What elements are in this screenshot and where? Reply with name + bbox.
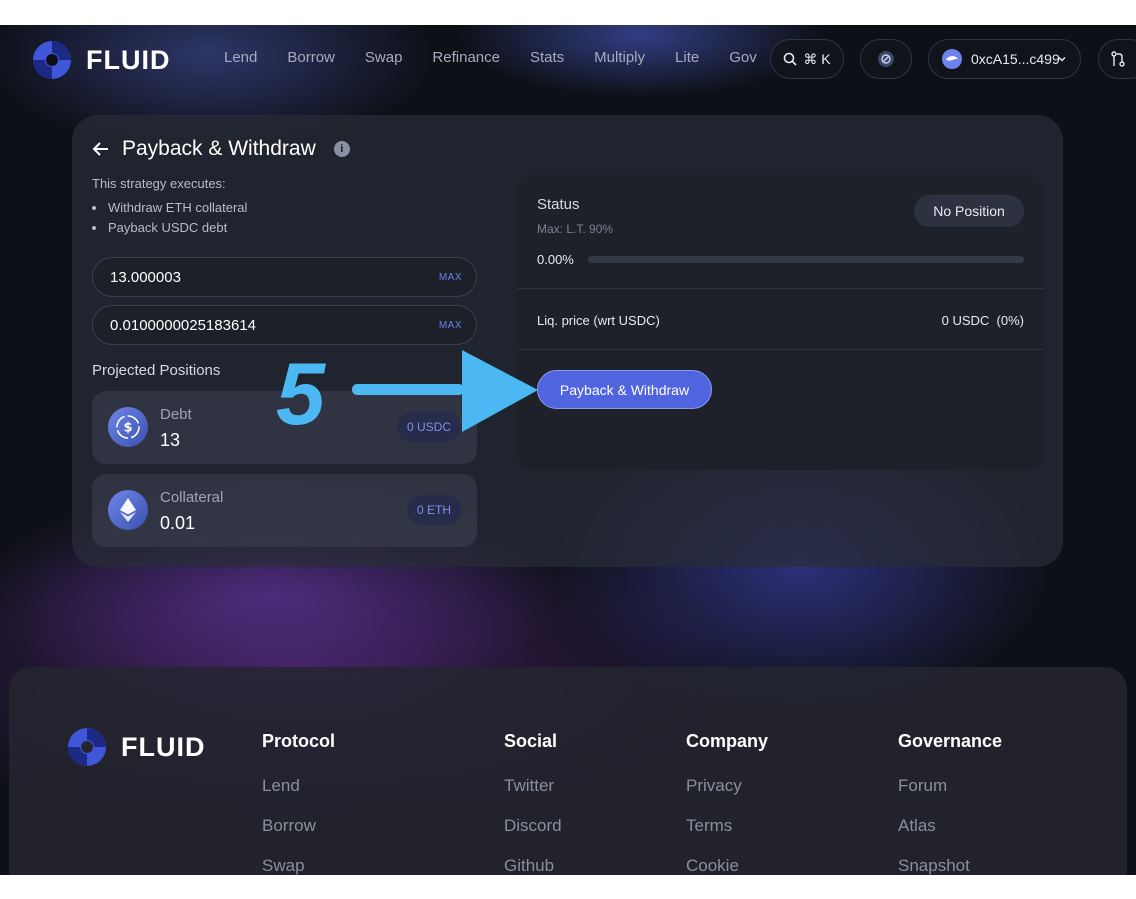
step-arrow-icon xyxy=(352,350,538,432)
payback-withdraw-button[interactable]: Payback & Withdraw xyxy=(537,370,712,409)
nav-multiply[interactable]: Multiply xyxy=(594,49,645,66)
nav-lite[interactable]: Lite xyxy=(675,49,699,66)
bullet-icon xyxy=(92,225,96,230)
wallet-button[interactable]: 0xcA15...c499 xyxy=(928,39,1081,79)
withdraw-amount-input[interactable]: 0.0100000025183614 MAX xyxy=(92,305,477,345)
transactions-button[interactable] xyxy=(1098,39,1136,79)
footer-logo-text: FLUID xyxy=(121,731,206,762)
header-logo[interactable]: FLUID xyxy=(32,40,170,80)
footer-col-company: Company xyxy=(686,731,769,751)
status-max-note: Max: L.T. 90% xyxy=(537,222,614,236)
panel-header: Payback & Withdraw i xyxy=(92,137,350,161)
footer-link-github[interactable]: Github xyxy=(504,856,554,875)
collateral-value: 0.01 xyxy=(160,513,196,533)
logo-text: FLUID xyxy=(86,44,171,75)
debt-value: 13 xyxy=(160,430,181,450)
max-button[interactable]: MAX xyxy=(439,272,462,283)
debt-label: Debt xyxy=(160,406,192,423)
usdc-icon: $ xyxy=(108,407,148,447)
strategy-step: Withdraw ETH collateral xyxy=(92,200,247,215)
status-panel: Status Max: L.T. 90% No Position 0.00% L… xyxy=(517,175,1044,470)
max-button[interactable]: MAX xyxy=(439,320,462,331)
search-icon xyxy=(784,52,797,66)
chevron-down-icon xyxy=(1058,56,1066,62)
status-title: Status xyxy=(537,196,580,213)
fluid-logo-icon xyxy=(33,41,71,79)
footer-col-protocol: Protocol xyxy=(262,731,336,751)
nav-lend[interactable]: Lend xyxy=(224,49,257,66)
bullet-icon xyxy=(92,205,96,210)
footer-link-snapshot[interactable]: Snapshot xyxy=(898,856,970,875)
search-shortcut: ⌘ K xyxy=(803,50,831,67)
divider xyxy=(517,349,1044,350)
footer-link-swap[interactable]: Swap xyxy=(262,856,305,875)
strategy-description: This strategy executes: xyxy=(92,176,226,191)
footer-logo[interactable]: FLUID xyxy=(67,727,205,767)
svg-text:$: $ xyxy=(123,421,132,436)
fluid-logo-icon xyxy=(68,728,106,766)
collateral-label: Collateral xyxy=(160,489,224,506)
back-arrow-icon[interactable] xyxy=(92,140,110,158)
nav-borrow[interactable]: Borrow xyxy=(287,49,335,66)
nav-gov[interactable]: Gov xyxy=(729,49,757,66)
strategy-step-label: Payback USDC debt xyxy=(108,220,228,235)
footer-link-atlas[interactable]: Atlas xyxy=(898,816,936,836)
footer-link-cookie[interactable]: Cookie xyxy=(686,856,739,875)
footer: FLUID Protocol Lend Borrow Swap Social T… xyxy=(9,667,1127,875)
git-compare-icon xyxy=(1111,51,1125,67)
search-button[interactable]: ⌘ K xyxy=(770,39,844,79)
divider xyxy=(517,288,1044,289)
page-title: Payback & Withdraw xyxy=(122,137,316,160)
app-frame: FLUID Lend Borrow Swap Refinance Stats M… xyxy=(0,25,1136,875)
network-icon xyxy=(878,51,894,67)
payback-amount-input[interactable]: 13.000003 MAX xyxy=(92,257,477,297)
step-number-annotation: 5 xyxy=(276,344,325,443)
liq-price-value: 0 USDC (0%) xyxy=(941,313,1024,328)
footer-link-privacy[interactable]: Privacy xyxy=(686,776,742,796)
footer-col-social: Social xyxy=(504,731,558,751)
ltv-percent: 0.00% xyxy=(537,252,574,267)
eth-icon xyxy=(108,490,148,530)
nav-refinance[interactable]: Refinance xyxy=(432,49,500,66)
collateral-badge: 0 ETH xyxy=(406,495,461,525)
info-icon[interactable]: i xyxy=(333,141,350,157)
main-nav: Lend Borrow Swap Refinance Stats Multipl… xyxy=(210,43,770,73)
network-selector[interactable] xyxy=(860,39,912,79)
wallet-address: 0xcA15...c499 xyxy=(971,51,1060,67)
footer-col-governance: Governance xyxy=(898,731,1003,751)
footer-link-lend[interactable]: Lend xyxy=(262,776,300,796)
ltv-progress-bar xyxy=(588,256,1024,263)
nav-swap[interactable]: Swap xyxy=(365,49,403,66)
position-status-badge: No Position xyxy=(914,195,1024,227)
footer-link-forum[interactable]: Forum xyxy=(898,776,947,796)
footer-link-terms[interactable]: Terms xyxy=(686,816,732,836)
withdraw-amount-value: 0.0100000025183614 xyxy=(110,316,256,334)
footer-link-borrow[interactable]: Borrow xyxy=(262,816,316,836)
payback-amount-value: 13.000003 xyxy=(110,268,181,286)
collateral-position-card: Collateral 0.01 0 ETH xyxy=(92,474,477,547)
footer-link-discord[interactable]: Discord xyxy=(504,816,562,836)
strategy-step-label: Withdraw ETH collateral xyxy=(108,200,248,215)
wallet-avatar-icon xyxy=(942,49,962,69)
strategy-step: Payback USDC debt xyxy=(92,220,227,235)
footer-link-twitter[interactable]: Twitter xyxy=(504,776,554,796)
liq-price-label: Liq. price (wrt USDC) xyxy=(537,313,660,328)
nav-stats[interactable]: Stats xyxy=(530,49,564,66)
projected-positions-label: Projected Positions xyxy=(92,362,221,379)
